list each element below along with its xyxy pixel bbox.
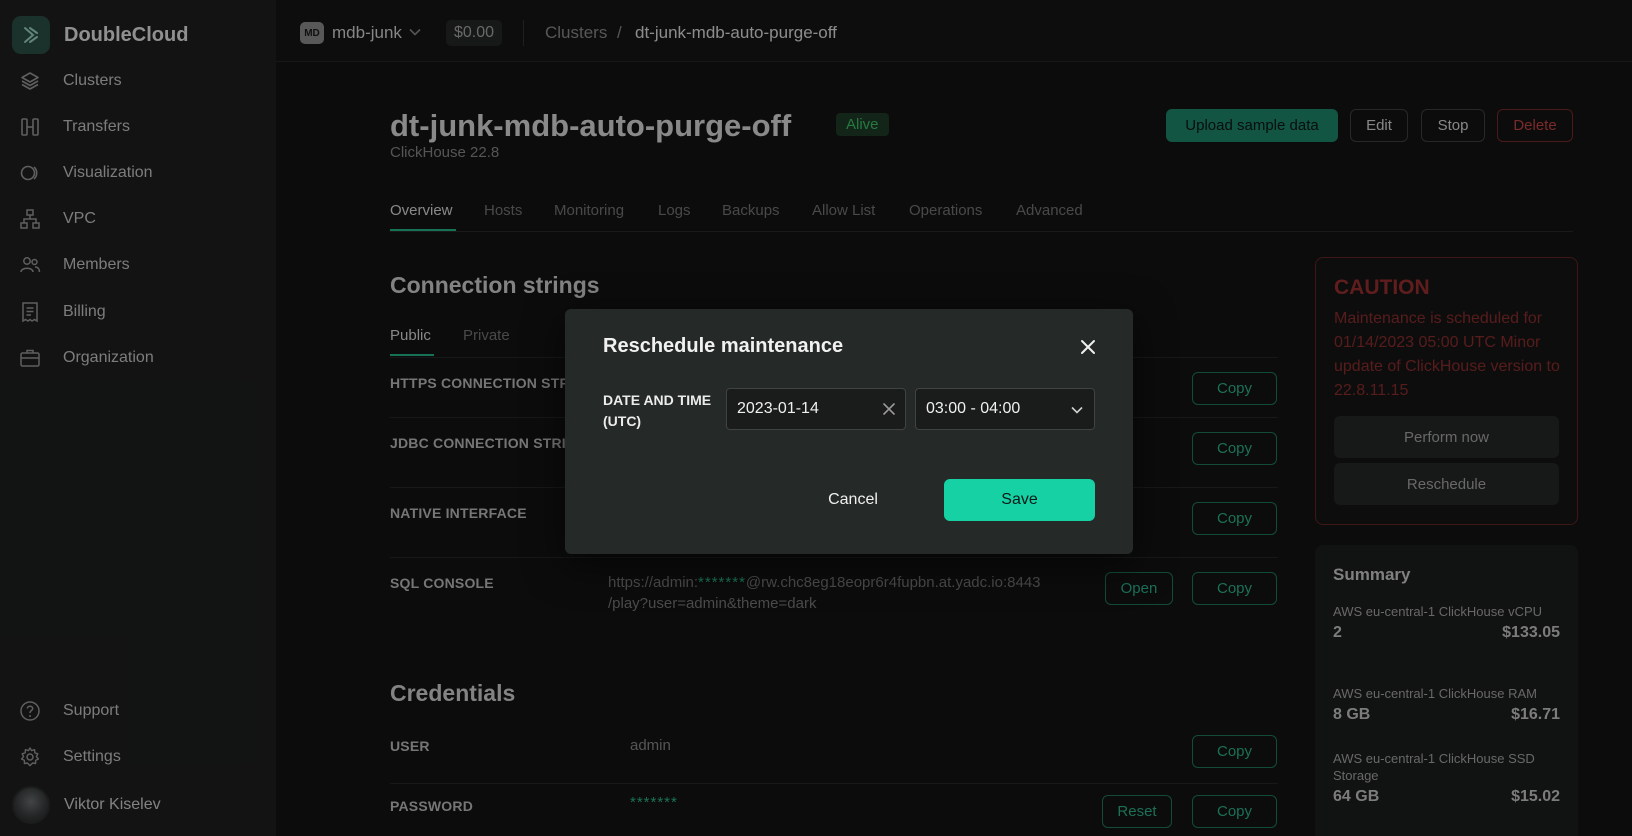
date-time-label: DATE AND TIME (UTC) — [603, 392, 712, 429]
clear-icon[interactable] — [881, 401, 897, 417]
date-input[interactable] — [726, 388, 906, 430]
time-slot-select[interactable]: 03:00 - 04:00 — [915, 388, 1095, 430]
close-icon[interactable] — [1077, 336, 1099, 358]
time-slot-value: 03:00 - 04:00 — [926, 400, 1021, 417]
save-button[interactable]: Save — [944, 479, 1095, 521]
dialog-title: Reschedule maintenance — [603, 335, 844, 357]
chevron-down-icon — [1070, 403, 1084, 422]
reschedule-maintenance-dialog: Reschedule maintenance DATE AND TIME (UT… — [565, 309, 1133, 554]
cancel-button[interactable]: Cancel — [810, 479, 896, 521]
